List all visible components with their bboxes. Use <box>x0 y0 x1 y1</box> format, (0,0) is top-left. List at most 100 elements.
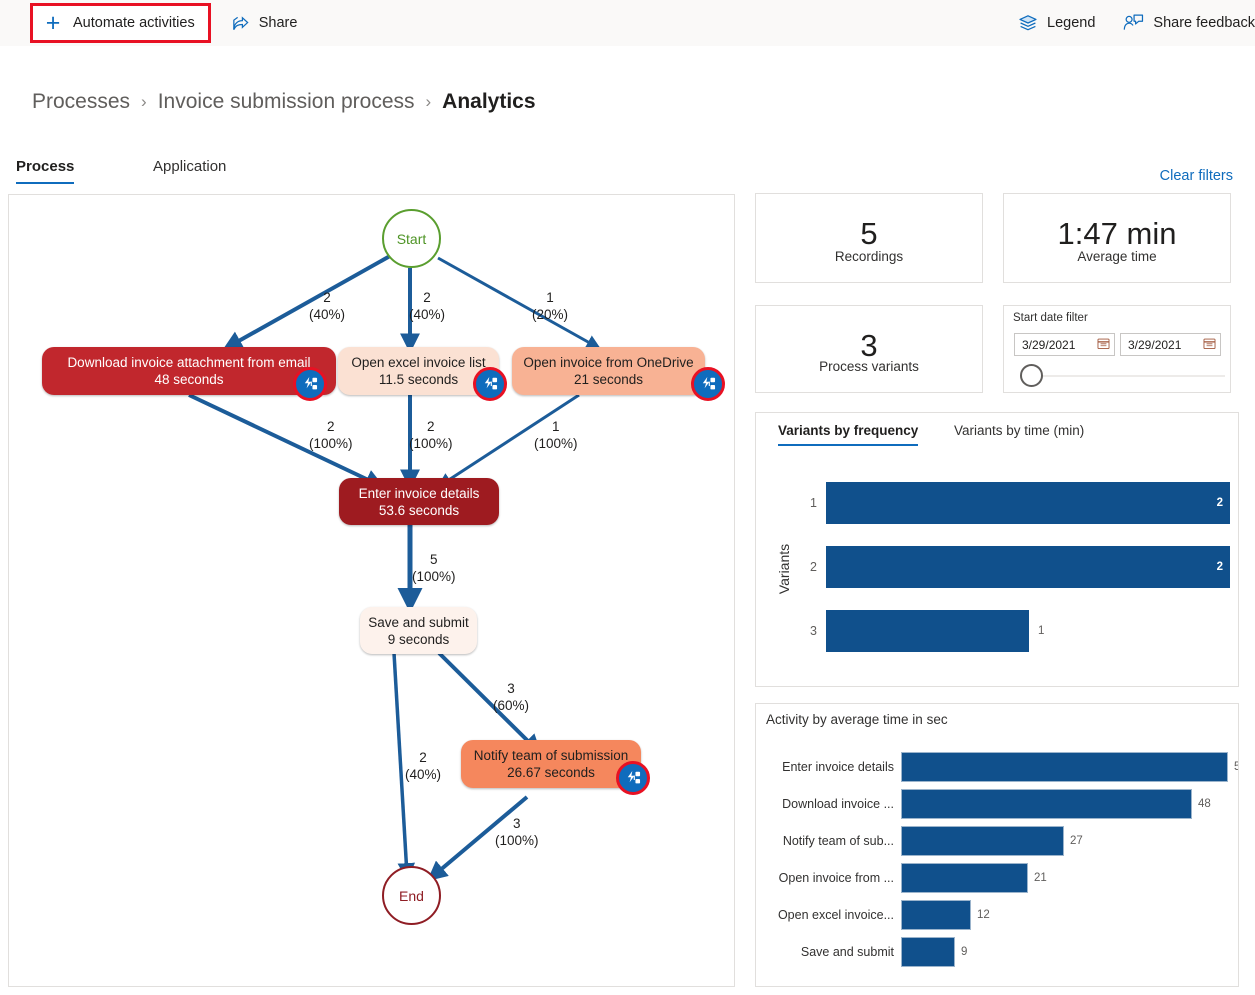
process-node-start-label: Start <box>397 231 427 247</box>
slider-thumb[interactable] <box>1020 364 1043 387</box>
process-map-panel[interactable]: Start Download invoice attachment from e… <box>8 194 735 987</box>
automation-badge[interactable] <box>616 761 650 795</box>
variants-bar-value: 2 <box>1217 561 1223 573</box>
process-node-end[interactable]: End <box>382 866 441 925</box>
share-feedback-button[interactable]: Share feedback <box>1113 5 1255 41</box>
slider-track <box>1030 375 1225 377</box>
variants-y-axis-title: Variants <box>776 529 792 609</box>
breadcrumb-item-processes[interactable]: Processes <box>32 90 130 114</box>
legend-button[interactable]: Legend <box>1008 5 1105 41</box>
tab-process[interactable]: Process <box>16 158 74 184</box>
variants-bar[interactable]: 1 <box>826 610 1029 652</box>
process-node-save-and-submit[interactable]: Save and submit 9 seconds <box>360 607 477 654</box>
activity-bar-row[interactable]: Open excel invoice... 12 <box>756 900 1238 930</box>
automation-flow-icon <box>482 376 499 393</box>
start-date-filter-label: Start date filter <box>1013 312 1088 324</box>
process-node-download-invoice-attachment[interactable]: Download invoice attachment from email 4… <box>42 347 336 395</box>
variants-bar-value: 2 <box>1217 497 1223 509</box>
activity-bar-row[interactable]: Notify team of sub... 27 <box>756 826 1238 856</box>
automation-badge[interactable] <box>691 367 725 401</box>
process-node-name: Open invoice from OneDrive <box>523 354 693 371</box>
activity-category-label: Save and submit <box>756 945 894 959</box>
start-date-slider[interactable] <box>1020 364 1225 388</box>
calendar-icon[interactable] <box>1203 337 1216 353</box>
tab-strip: Process Application <box>8 158 768 188</box>
activity-bar-value: 12 <box>977 909 990 921</box>
process-node-name: Open excel invoice list <box>351 354 485 371</box>
activity-bar[interactable] <box>901 937 955 967</box>
tab-variants-by-time[interactable]: Variants by time (min) <box>954 423 1084 444</box>
edge-label: 1(20%) <box>532 289 568 323</box>
process-node-time: 21 seconds <box>574 371 643 388</box>
clear-filters-link[interactable]: Clear filters <box>1160 168 1233 184</box>
process-node-time: 53.6 seconds <box>379 502 459 519</box>
variants-bar[interactable]: 2 <box>826 546 1230 588</box>
activity-by-average-time-card: Activity by average time in sec Enter in… <box>755 703 1239 987</box>
activity-bar[interactable] <box>901 752 1228 782</box>
activity-bar-row[interactable]: Enter invoice details 5 <box>756 752 1238 782</box>
breadcrumb: Processes › Invoice submission process ›… <box>32 90 536 114</box>
automation-flow-icon <box>302 376 319 393</box>
legend-icon <box>1018 13 1038 33</box>
edge-label: 2(40%) <box>409 289 445 323</box>
process-node-end-label: End <box>399 888 424 904</box>
automation-badge[interactable] <box>473 367 507 401</box>
activity-bar-row[interactable]: Save and submit 9 <box>756 937 1238 967</box>
breadcrumb-separator-icon: › <box>426 92 432 112</box>
start-date-from-value: 3/29/2021 <box>1022 338 1075 352</box>
activity-bar[interactable] <box>901 826 1064 856</box>
variants-bar[interactable]: 2 <box>826 482 1230 524</box>
breadcrumb-separator-icon: › <box>141 92 147 112</box>
process-node-name: Notify team of submission <box>474 747 629 764</box>
variants-bar-row[interactable]: 2 2 <box>801 546 1228 588</box>
activity-bar-row[interactable]: Open invoice from ... 21 <box>756 863 1238 893</box>
kpi-label: Average time <box>1004 249 1230 264</box>
process-node-start[interactable]: Start <box>382 209 441 268</box>
activity-bar-row[interactable]: Download invoice ... 48 <box>756 789 1238 819</box>
edge-label: 1(100%) <box>534 418 578 452</box>
share-label: Share <box>259 15 298 31</box>
tab-application[interactable]: Application <box>153 158 226 182</box>
process-node-notify-team-of-submission[interactable]: Notify team of submission 26.67 seconds <box>461 740 641 788</box>
process-map-edges <box>9 195 736 988</box>
automation-flow-icon <box>625 770 642 787</box>
activity-card-title: Activity by average time in sec <box>766 712 948 727</box>
process-node-name: Enter invoice details <box>359 485 480 502</box>
activity-bar[interactable] <box>901 900 971 930</box>
variants-bar-row[interactable]: 1 2 <box>801 482 1228 524</box>
activity-bar-value: 48 <box>1198 798 1211 810</box>
command-bar: + Automate activities Share Legend <box>0 0 1255 46</box>
process-node-enter-invoice-details[interactable]: Enter invoice details 53.6 seconds <box>339 478 499 525</box>
automate-activities-label: Automate activities <box>73 15 195 31</box>
kpi-label: Process variants <box>756 359 982 374</box>
automate-activities-button[interactable]: + Automate activities <box>30 3 211 43</box>
edge-label: 2(100%) <box>309 418 353 452</box>
automation-flow-icon <box>700 376 717 393</box>
activity-bar[interactable] <box>901 863 1028 893</box>
process-node-time: 11.5 seconds <box>379 371 458 388</box>
kpi-value: 1:47 min <box>1004 216 1230 252</box>
legend-label: Legend <box>1047 15 1095 31</box>
kpi-card-average-time: 1:47 min Average time <box>1003 193 1231 283</box>
activity-bar-value: 27 <box>1070 835 1083 847</box>
breadcrumb-item-invoice-submission-process[interactable]: Invoice submission process <box>158 90 415 114</box>
variants-card: Variants by frequency Variants by time (… <box>755 412 1239 687</box>
activity-category-label: Open invoice from ... <box>756 871 894 885</box>
calendar-icon[interactable] <box>1097 337 1110 353</box>
tab-variants-by-frequency[interactable]: Variants by frequency <box>778 423 918 446</box>
activity-category-label: Download invoice ... <box>756 797 894 811</box>
share-button[interactable]: Share <box>221 5 308 41</box>
start-date-to-input[interactable]: 3/29/2021 <box>1120 333 1221 356</box>
breadcrumb-item-analytics: Analytics <box>442 90 535 114</box>
edge-label: 2(40%) <box>309 289 345 323</box>
start-date-from-input[interactable]: 3/29/2021 <box>1014 333 1115 356</box>
variants-bar-row[interactable]: 3 1 <box>801 610 1228 652</box>
activity-category-label: Open excel invoice... <box>756 908 894 922</box>
edge-label: 3(100%) <box>495 815 539 849</box>
automation-badge[interactable] <box>293 367 327 401</box>
process-node-time: 26.67 seconds <box>507 764 595 781</box>
process-node-open-invoice-from-onedrive[interactable]: Open invoice from OneDrive 21 seconds <box>512 347 705 395</box>
activity-bar[interactable] <box>901 789 1192 819</box>
share-feedback-label: Share feedback <box>1153 15 1255 31</box>
edge-label: 5(100%) <box>412 551 456 585</box>
